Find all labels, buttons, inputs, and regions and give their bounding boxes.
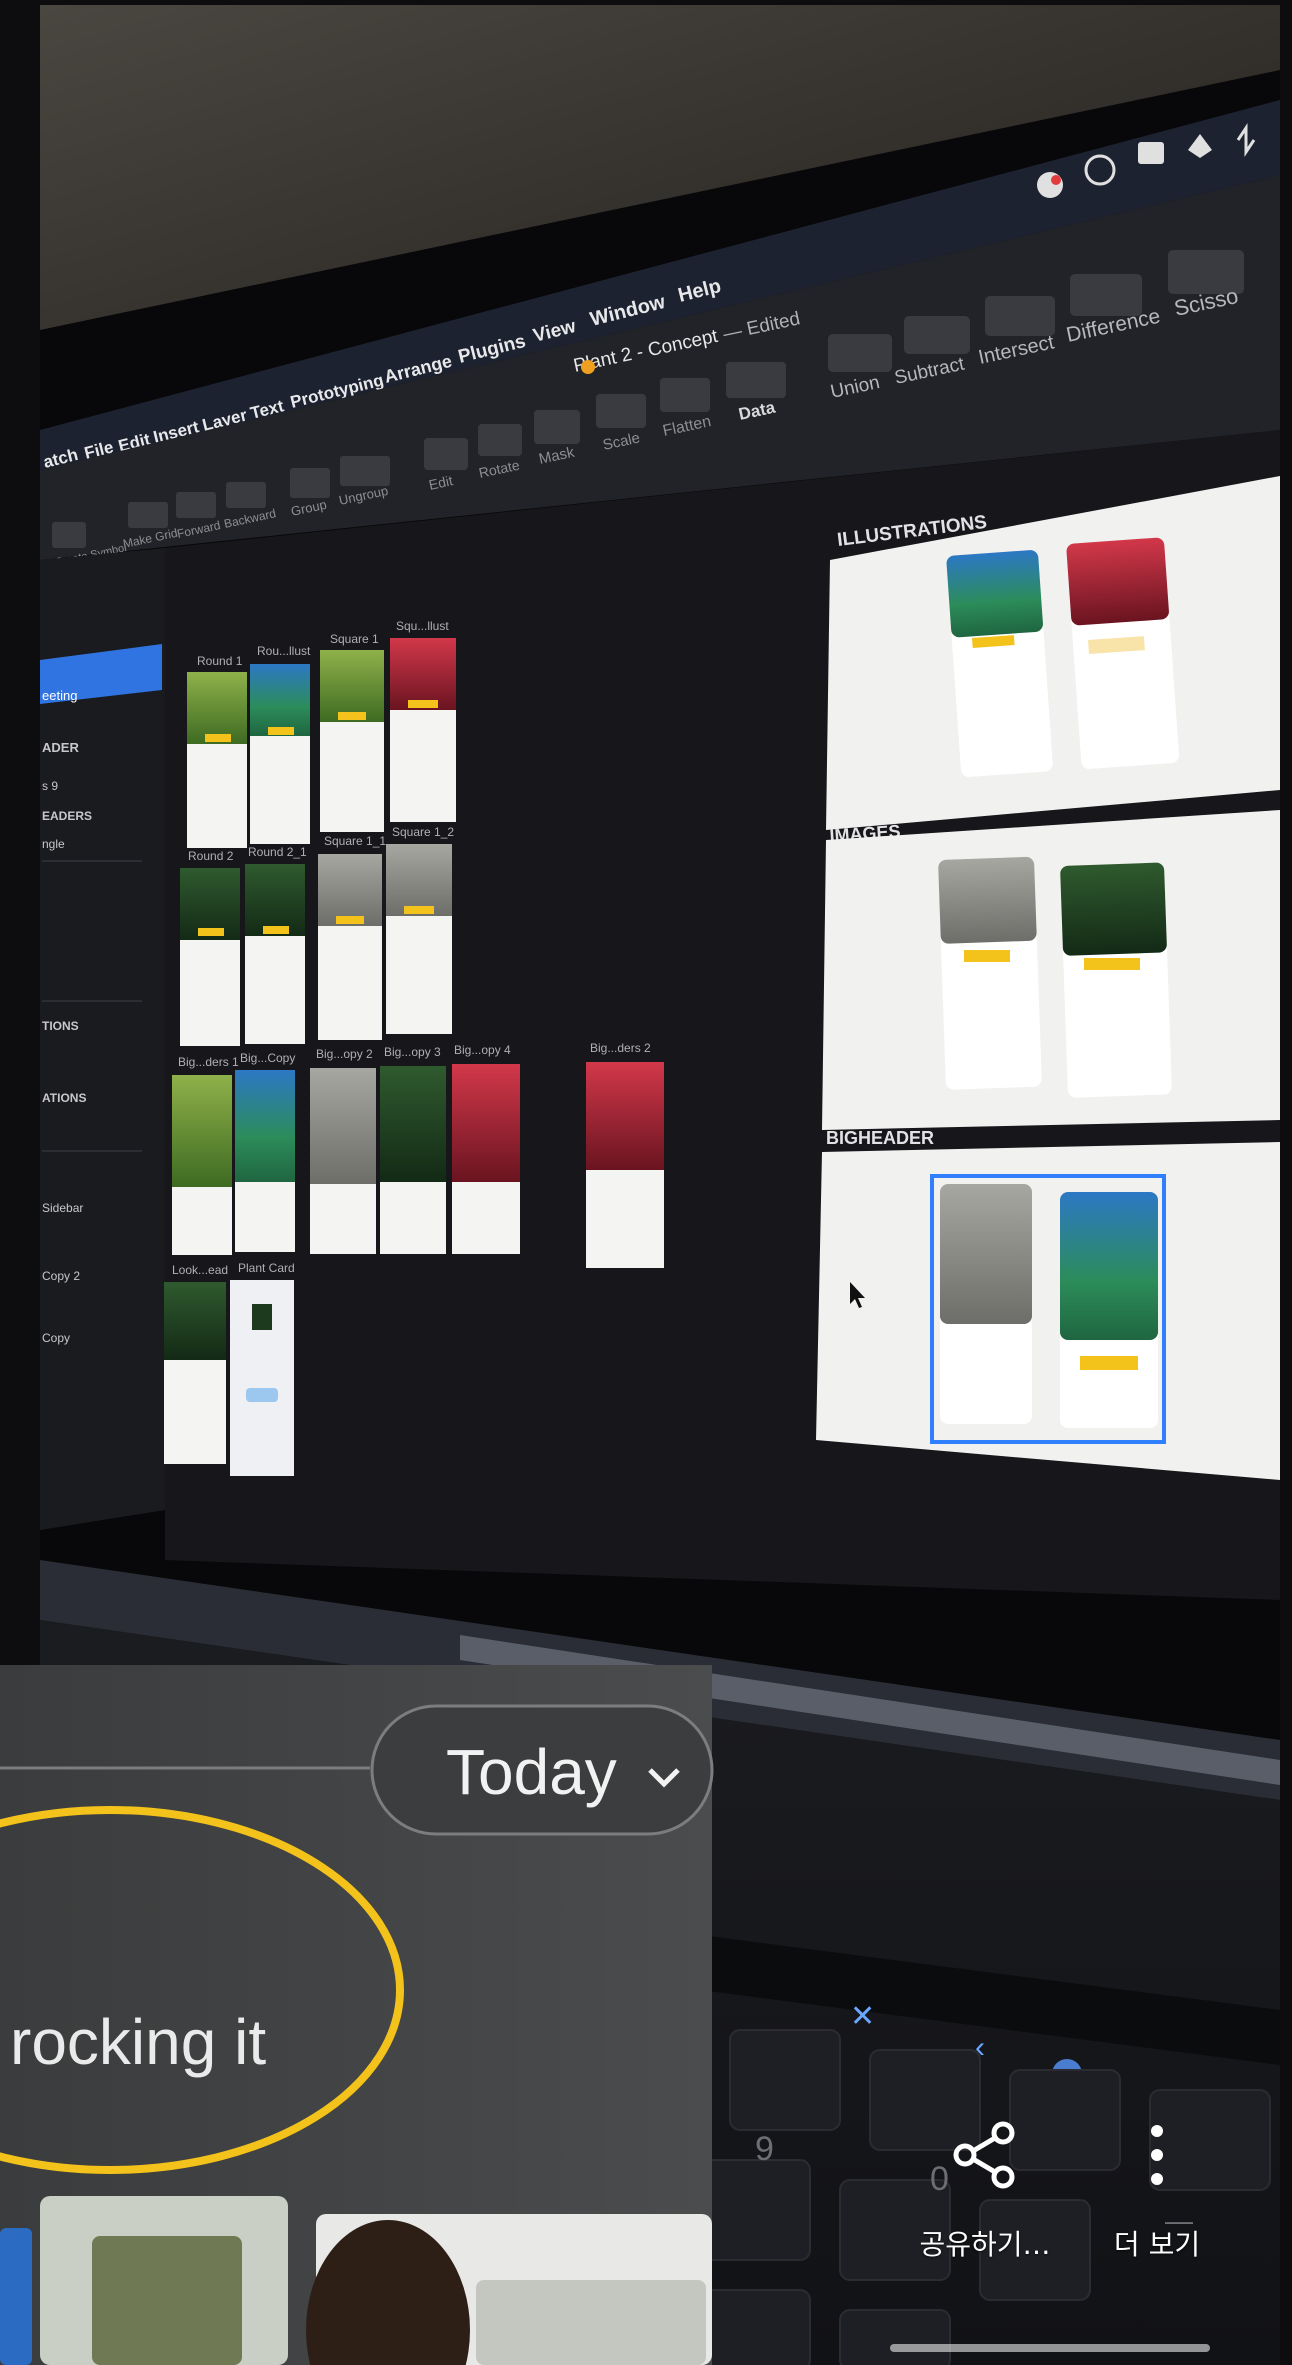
photo: atch File Edit Insert Layer Text Prototy… (0, 0, 1292, 2365)
more-vertical-icon (1117, 2115, 1197, 2195)
svg-text:Sidebar: Sidebar (42, 1201, 83, 1215)
svg-text:Copy: Copy (42, 1331, 70, 1345)
svg-text:ATIONS: ATIONS (42, 1091, 86, 1105)
svg-text:Copy 2: Copy 2 (42, 1269, 80, 1283)
artboard-bigheaders-2[interactable] (586, 1062, 664, 1268)
artboard-square-1-2[interactable] (386, 844, 452, 1034)
svg-text:Square 1_2: Square 1_2 (392, 825, 454, 839)
artboard-plant-card[interactable] (230, 1280, 294, 1476)
sketch-icon (581, 360, 595, 374)
svg-text:Big...opy 2: Big...opy 2 (316, 1047, 373, 1061)
svg-text:BIGHEADER: BIGHEADER (826, 1128, 934, 1148)
artboard-bigheaders-copy-3[interactable] (380, 1066, 446, 1254)
artboard-bigheaders-copy[interactable] (235, 1070, 295, 1252)
svg-text:ngle: ngle (42, 837, 65, 851)
share-button[interactable]: 공유하기… (910, 2115, 1060, 2305)
message-overlay: Today rocking it (0, 1665, 714, 2365)
svg-text:Round 2_1: Round 2_1 (248, 845, 307, 859)
svg-text:Look...ead: Look...ead (172, 1263, 228, 1277)
svg-text:Square 1_1: Square 1_1 (324, 834, 386, 848)
svg-text:Big...Copy: Big...Copy (240, 1051, 295, 1065)
svg-text:Round 2: Round 2 (188, 849, 234, 863)
gesture-handle[interactable] (890, 2344, 1210, 2352)
svg-text:Squ...llust: Squ...llust (396, 619, 449, 633)
artboard-round-1[interactable] (187, 672, 247, 848)
svg-text:Square 1: Square 1 (330, 632, 379, 646)
artboard-square-1[interactable] (320, 650, 384, 832)
svg-text:9: 9 (755, 2130, 774, 2168)
sidebar-item: eeting (42, 688, 77, 703)
artboard-round-2[interactable] (180, 868, 240, 1046)
artboard-square-1-1[interactable] (318, 854, 382, 1040)
more-label: 더 보기 (1113, 2228, 1201, 2261)
notification-icon (1037, 172, 1063, 198)
artboard-bigheaders-1[interactable] (172, 1075, 232, 1255)
more-button[interactable]: 더 보기 (1082, 2115, 1232, 2305)
svg-text:Big...ders 1: Big...ders 1 (178, 1055, 239, 1069)
message-text: rocking it (10, 2006, 266, 2078)
svg-text:Rou...llust: Rou...llust (257, 644, 311, 658)
svg-text:Big...opy 3: Big...opy 3 (384, 1045, 441, 1059)
section-illustrations: ILLUSTRATIONS (826, 476, 1280, 830)
svg-text:✕: ✕ (850, 2000, 875, 2033)
artboard-lookahead[interactable] (164, 1282, 226, 1464)
svg-text:Big...opy 4: Big...opy 4 (454, 1043, 511, 1057)
app-icon (1138, 142, 1164, 164)
artboard-bigheaders-copy-2[interactable] (310, 1068, 376, 1254)
today-label: Today (446, 1736, 617, 1808)
artboard-square-illust[interactable] (390, 638, 456, 822)
artboard-bigheaders-copy-4[interactable] (452, 1064, 520, 1254)
svg-text:s 9: s 9 (42, 779, 58, 793)
svg-text:Plant Card: Plant Card (238, 1261, 295, 1275)
svg-text:EADERS: EADERS (42, 809, 92, 823)
svg-text:Big...ders 2: Big...ders 2 (590, 1041, 651, 1055)
svg-text:TIONS: TIONS (42, 1019, 79, 1033)
svg-text:Round 1: Round 1 (197, 654, 243, 668)
artboard-round-illust[interactable] (250, 664, 310, 844)
share-label: 공유하기… (919, 2228, 1051, 2261)
svg-text:ADER: ADER (42, 740, 79, 755)
share-icon (945, 2115, 1025, 2195)
artboard-round-2-1[interactable] (245, 864, 305, 1044)
section-bigheader: BIGHEADER (816, 1128, 1280, 1480)
section-images: IMAGES (822, 810, 1280, 1130)
